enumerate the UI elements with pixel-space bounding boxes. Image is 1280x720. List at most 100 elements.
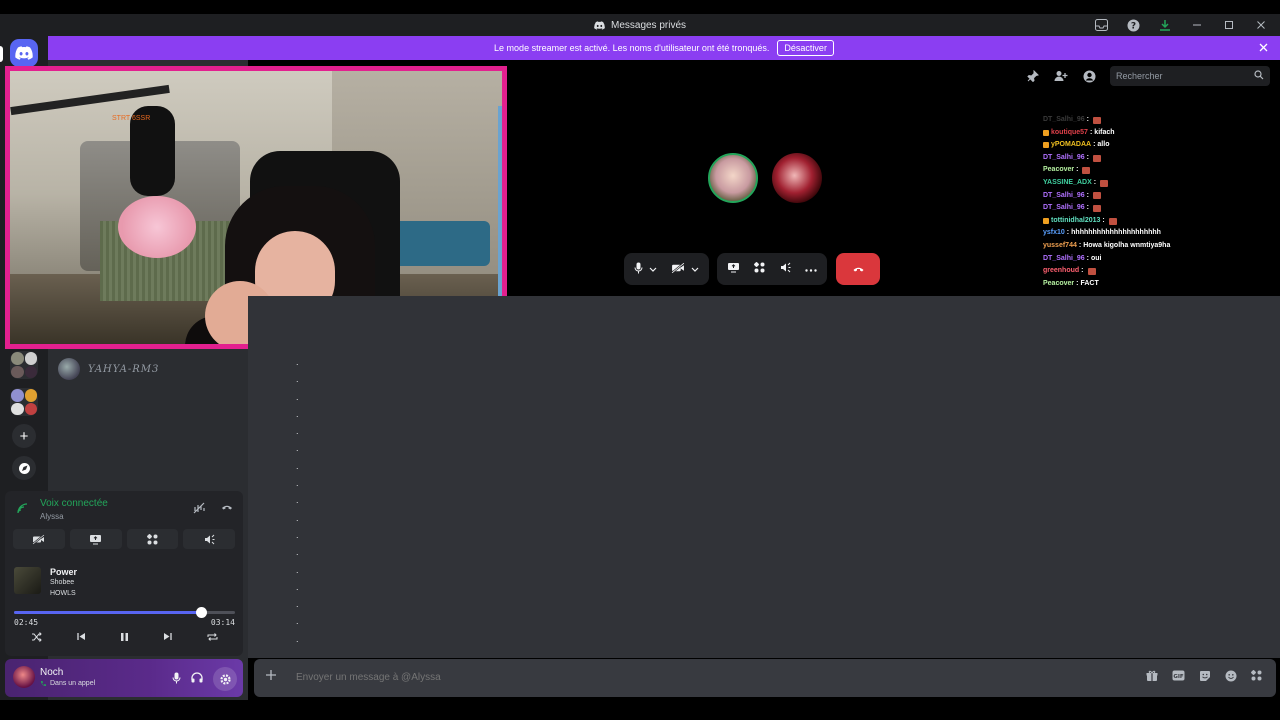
chat-separator: : <box>1076 166 1079 174</box>
chat-username: DT_Salhi_96 <box>1043 254 1085 262</box>
chevron-down-icon[interactable] <box>649 263 657 275</box>
album-art <box>14 567 41 594</box>
disable-streamer-button[interactable]: Désactiver <box>777 40 834 56</box>
download-icon[interactable] <box>1156 16 1174 34</box>
apps-icon[interactable] <box>1251 670 1262 685</box>
user-status-text: Dans un appel <box>50 680 96 687</box>
help-icon[interactable]: ? <box>1124 16 1142 34</box>
camera-button[interactable] <box>671 261 685 277</box>
screen-share-button[interactable] <box>69 529 122 549</box>
user-panel: Noch Dans un appel <box>5 659 243 697</box>
hang-up-button[interactable] <box>836 253 880 285</box>
user-controls <box>172 667 237 691</box>
repeat-icon[interactable] <box>207 632 218 645</box>
dm-item[interactable]: YAHYA-RM3 <box>58 358 159 380</box>
server-folder-1[interactable] <box>10 351 38 379</box>
microphone-button[interactable] <box>634 262 643 277</box>
progress-knob[interactable] <box>196 607 208 618</box>
avatar <box>58 358 80 380</box>
chat-text: allo <box>1097 141 1110 149</box>
chat-emote-icon <box>1092 154 1101 162</box>
soundboard-button[interactable] <box>183 529 235 549</box>
pin-icon[interactable] <box>1026 70 1040 82</box>
previous-icon[interactable] <box>76 632 86 645</box>
settings-button[interactable] <box>213 667 237 691</box>
more-options-button[interactable] <box>805 263 817 275</box>
soundboard-icon <box>781 262 791 273</box>
participant-avatar[interactable] <box>772 153 822 203</box>
activities-icon <box>146 533 158 544</box>
message-area: ................. <box>248 296 1280 658</box>
home-button[interactable] <box>10 39 38 67</box>
close-icon[interactable] <box>1259 41 1268 55</box>
media-progress-bar[interactable] <box>14 607 235 618</box>
gift-icon[interactable] <box>1146 670 1158 685</box>
elapsed-time: 02:45 <box>14 618 39 627</box>
chat-separator: : <box>1078 241 1082 249</box>
close-window-icon[interactable] <box>1252 16 1270 34</box>
screen-share-button[interactable] <box>727 262 740 276</box>
minimize-icon[interactable] <box>1188 16 1206 34</box>
chevron-down-icon[interactable] <box>691 263 699 275</box>
maximize-icon[interactable] <box>1220 16 1238 34</box>
activities-button[interactable] <box>754 262 765 276</box>
chat-message: DT_Salhi_96: <box>1043 190 1243 203</box>
call-controls <box>624 253 880 285</box>
chat-message: yPOMADAA: allo <box>1043 139 1243 152</box>
camera-off-button[interactable] <box>13 529 65 549</box>
chat-username: koutique57 <box>1051 128 1088 136</box>
inbox-icon[interactable] <box>1092 16 1110 34</box>
chat-message: koutique57: kifach <box>1043 127 1243 140</box>
voice-status[interactable]: Voix connectée <box>40 498 108 509</box>
progress-fill <box>14 611 202 614</box>
activities-button[interactable] <box>126 529 179 549</box>
chat-message: DT_Salhi_96: <box>1043 202 1243 215</box>
chat-message: DT_Salhi_96: <box>1043 114 1243 127</box>
discover-button[interactable] <box>12 456 36 480</box>
chat-separator: : <box>1102 216 1105 224</box>
chat-message: DT_Salhi_96: oui <box>1043 253 1243 266</box>
chat-message: greenhoud: <box>1043 265 1243 278</box>
disconnect-icon[interactable] <box>221 502 233 517</box>
chat-separator: : <box>1076 279 1079 287</box>
soundboard-button[interactable] <box>779 262 791 276</box>
voice-channel[interactable]: Alyssa <box>40 512 64 521</box>
chat-separator: : <box>1093 178 1097 186</box>
pause-icon[interactable] <box>120 632 129 645</box>
call-header: Rechercher <box>1026 66 1270 86</box>
chat-message: tottinidhal2013: <box>1043 215 1243 228</box>
signal-icon[interactable] <box>17 503 29 517</box>
window-title: Messages privés <box>594 20 686 31</box>
next-icon[interactable] <box>163 632 173 645</box>
message-input[interactable] <box>296 672 1096 683</box>
search-input[interactable]: Rechercher <box>1110 66 1270 86</box>
chat-emote-icon <box>1092 204 1101 212</box>
chat-username: DT_Salhi_96 <box>1043 116 1085 123</box>
participant-avatar-speaking[interactable] <box>708 153 758 203</box>
add-server-button[interactable]: + <box>12 424 36 448</box>
attach-button[interactable] <box>265 668 277 686</box>
sticker-icon[interactable] <box>1199 670 1211 685</box>
server-folder-2[interactable] <box>10 388 38 416</box>
search-icon <box>1254 70 1264 83</box>
headphones-icon[interactable] <box>191 672 203 686</box>
gif-icon[interactable]: GIF <box>1172 670 1185 685</box>
gear-icon <box>219 673 231 685</box>
duration-time: 03:14 <box>210 618 235 627</box>
chat-message: yussef744: Howa kigolha wnmtiya9ha <box>1043 240 1243 253</box>
noise-suppression-icon[interactable] <box>193 502 205 517</box>
chat-username: ysfx10 <box>1043 229 1065 237</box>
chat-message: YASSINE_ADX: <box>1043 177 1243 190</box>
microphone-icon[interactable] <box>172 672 181 687</box>
now-playing[interactable]: Power Shobee HOWLS <box>14 567 77 599</box>
emoji-icon[interactable] <box>1225 670 1237 685</box>
user-profile-icon[interactable] <box>1082 70 1096 83</box>
user-avatar[interactable] <box>13 666 35 688</box>
user-name[interactable]: Noch <box>40 667 63 678</box>
voice-buttons <box>13 529 235 549</box>
screen-share-icon <box>90 534 102 544</box>
titlebar-controls: ? <box>1092 16 1270 34</box>
add-friends-icon[interactable] <box>1054 70 1068 82</box>
plus-icon <box>266 670 276 680</box>
shuffle-icon[interactable] <box>31 632 42 645</box>
